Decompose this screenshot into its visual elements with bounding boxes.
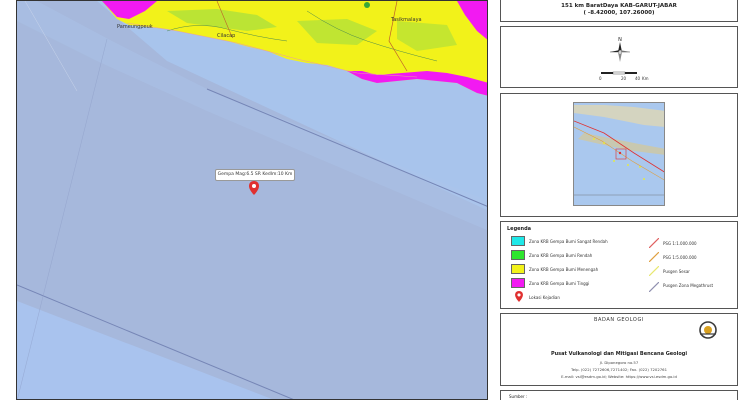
place-label: Pameungpeuk xyxy=(117,24,153,30)
place-label: Cilacap xyxy=(217,33,236,39)
inset-map-canvas xyxy=(574,103,664,205)
legend-label: Lokasi Kejadian xyxy=(529,295,560,300)
source-box: Sumber : xyxy=(500,390,738,400)
legend-box: Legenda Zona KRB Gempa Bumi Sangat Renda… xyxy=(500,221,738,309)
legend-swatch-medium xyxy=(511,264,525,274)
scale-tick: 20 xyxy=(621,76,627,81)
title-box: 151 km BaratDaya KAB-GARUT-JABAR ( -8.42… xyxy=(500,0,738,22)
quake-callout: Gempa Mag:6.5 SR Kedlm:10 Km xyxy=(215,169,295,181)
agency-phone: Telp. (022) 7272606,7271402; Fax. (022) … xyxy=(571,367,667,372)
svg-text:N: N xyxy=(618,37,622,43)
inset-box xyxy=(500,93,738,217)
source-title: Sumber : xyxy=(509,394,528,399)
map-sheet: Pameungpeuk Tasikmalaya Cilacap Gempa Ma… xyxy=(0,0,750,400)
location-pin-icon xyxy=(515,291,523,302)
legend-label: PSG 1:5.000.000 xyxy=(663,255,697,260)
place-label: Tasikmalaya xyxy=(391,17,422,23)
coordinates-text: ( -8.42000, 107.26000) xyxy=(583,10,655,16)
scale-tick: 40 xyxy=(635,76,641,81)
legend-swatch-low xyxy=(511,250,525,260)
agency-email: E-mail: vsi@esdm.go.id; Website: https:/… xyxy=(561,374,677,379)
legend-label: Zona KRB Gempa Bumi Rendah xyxy=(529,253,593,258)
legend-swatch-high xyxy=(511,278,525,288)
psg-1m-line-icon xyxy=(649,238,659,248)
earthquake-location-icon[interactable] xyxy=(249,181,259,195)
ministry-emblem-icon xyxy=(699,321,717,339)
city-marker xyxy=(364,2,370,8)
legend-swatch-very-low xyxy=(511,236,525,246)
legend-label: Zona KRB Gempa Bumi Tinggi xyxy=(529,281,590,286)
legend-label: Pusgen Sesar xyxy=(663,269,690,274)
scale-tick: 0 xyxy=(599,76,602,81)
north-arrow-icon: N xyxy=(610,37,630,62)
legend-label: Zona KRB Gempa Bumi Sangat Rendah xyxy=(529,239,608,244)
info-panel: 151 km BaratDaya KAB-GARUT-JABAR ( -8.42… xyxy=(496,0,750,400)
legend-label: Pusgen Zona Megathrust xyxy=(663,283,714,288)
legend-label: Zona KRB Gempa Bumi Menengah xyxy=(529,267,599,272)
scale-unit: Km xyxy=(642,76,649,81)
map-canvas xyxy=(17,1,487,399)
location-text: 151 km BaratDaya KAB-GARUT-JABAR xyxy=(561,3,677,9)
inset-map[interactable] xyxy=(573,102,665,206)
agency-address: Jl. Diponegoro no.57 xyxy=(599,360,639,365)
legend-label: PSG 1:1.000.000 xyxy=(663,241,697,246)
legend-title: Legenda xyxy=(507,226,532,232)
psg-5m-line-icon xyxy=(649,252,659,262)
megathrust-line-icon xyxy=(649,282,659,292)
agency-box: BADAN GEOLOGI Pusat Vulkanologi dan Miti… xyxy=(500,313,738,386)
fault-line-icon xyxy=(649,266,659,276)
north-scale-box: N 0 20 40 Km xyxy=(500,26,738,88)
main-map[interactable]: Pameungpeuk Tasikmalaya Cilacap Gempa Ma… xyxy=(16,0,488,400)
agency-name: Pusat Vulkanologi dan Mitigasi Bencana G… xyxy=(550,351,688,357)
